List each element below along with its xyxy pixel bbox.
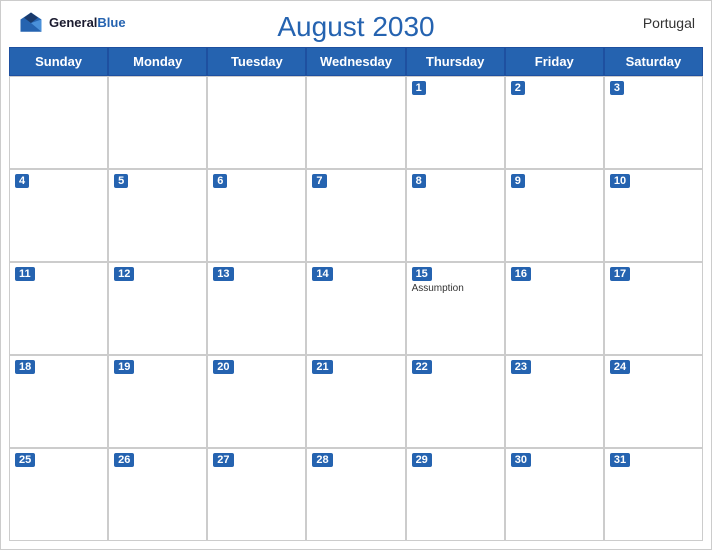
day-number: 3 (610, 81, 624, 95)
day-number: 12 (114, 267, 134, 281)
day-cell: 11 (9, 262, 108, 355)
page-title: August 2030 (277, 11, 434, 43)
weeks-container: 123456789101112131415Assumption161718192… (9, 76, 703, 541)
day-cell: 24 (604, 355, 703, 448)
day-cell: 9 (505, 169, 604, 262)
day-cell: 19 (108, 355, 207, 448)
country-label: Portugal (643, 15, 695, 31)
day-cell: 1 (406, 76, 505, 169)
day-number: 28 (312, 453, 332, 467)
day-number: 2 (511, 81, 525, 95)
day-number: 13 (213, 267, 233, 281)
day-number: 9 (511, 174, 525, 188)
day-number: 16 (511, 267, 531, 281)
day-cell: 31 (604, 448, 703, 541)
logo-text: GeneralBlue (49, 14, 126, 32)
day-cell: 30 (505, 448, 604, 541)
day-cell: 25 (9, 448, 108, 541)
day-number: 8 (412, 174, 426, 188)
day-cell: 28 (306, 448, 405, 541)
day-cell: 29 (406, 448, 505, 541)
day-header-saturday: Saturday (604, 47, 703, 76)
day-number: 1 (412, 81, 426, 95)
day-cell (306, 76, 405, 169)
day-number: 29 (412, 453, 432, 467)
day-cell: 18 (9, 355, 108, 448)
day-number: 4 (15, 174, 29, 188)
day-number: 19 (114, 360, 134, 374)
day-cell: 14 (306, 262, 405, 355)
week-row-5: 25 26 27 28 29 30 31 (9, 448, 703, 541)
day-header-thursday: Thursday (406, 47, 505, 76)
day-cell: 5 (108, 169, 207, 262)
day-cell: 6 (207, 169, 306, 262)
day-cell: 26 (108, 448, 207, 541)
day-cell: 20 (207, 355, 306, 448)
logo: GeneralBlue (17, 9, 126, 37)
day-header-friday: Friday (505, 47, 604, 76)
day-header-sunday: Sunday (9, 47, 108, 76)
week-row-1: 1 2 3 (9, 76, 703, 169)
day-number: 31 (610, 453, 630, 467)
day-header-wednesday: Wednesday (306, 47, 405, 76)
day-cell: 16 (505, 262, 604, 355)
event-label: Assumption (412, 283, 499, 294)
logo-icon (17, 9, 45, 37)
day-header-monday: Monday (108, 47, 207, 76)
day-cell (207, 76, 306, 169)
day-cell: 7 (306, 169, 405, 262)
day-number: 24 (610, 360, 630, 374)
week-row-4: 18 19 20 21 22 23 24 (9, 355, 703, 448)
day-cell: 2 (505, 76, 604, 169)
day-number: 7 (312, 174, 326, 188)
day-cell: 8 (406, 169, 505, 262)
week-row-2: 4 5 6 7 8 9 10 (9, 169, 703, 262)
day-header-tuesday: Tuesday (207, 47, 306, 76)
day-cell: 27 (207, 448, 306, 541)
day-number: 5 (114, 174, 128, 188)
day-cell: 21 (306, 355, 405, 448)
day-number: 10 (610, 174, 630, 188)
day-number: 18 (15, 360, 35, 374)
day-cell (9, 76, 108, 169)
day-number: 26 (114, 453, 134, 467)
day-cell (108, 76, 207, 169)
day-cell: 15 Assumption (406, 262, 505, 355)
week-row-3: 11 12 13 14 15 Assumption 16 17 (9, 262, 703, 355)
calendar-header: GeneralBlue August 2030 Portugal (1, 1, 711, 47)
day-cell: 13 (207, 262, 306, 355)
day-number: 11 (15, 267, 35, 281)
day-number: 25 (15, 453, 35, 467)
day-cell: 10 (604, 169, 703, 262)
day-cell: 12 (108, 262, 207, 355)
calendar: GeneralBlue August 2030 Portugal SundayM… (0, 0, 712, 550)
day-number: 6 (213, 174, 227, 188)
day-number: 27 (213, 453, 233, 467)
day-cell: 23 (505, 355, 604, 448)
day-number: 15 (412, 267, 432, 281)
day-cell: 17 (604, 262, 703, 355)
day-cell: 3 (604, 76, 703, 169)
day-number: 17 (610, 267, 630, 281)
calendar-grid: SundayMondayTuesdayWednesdayThursdayFrid… (1, 47, 711, 549)
day-number: 21 (312, 360, 332, 374)
day-number: 23 (511, 360, 531, 374)
day-headers: SundayMondayTuesdayWednesdayThursdayFrid… (9, 47, 703, 76)
day-number: 30 (511, 453, 531, 467)
day-number: 22 (412, 360, 432, 374)
day-number: 14 (312, 267, 332, 281)
day-cell: 22 (406, 355, 505, 448)
day-cell: 4 (9, 169, 108, 262)
day-number: 20 (213, 360, 233, 374)
